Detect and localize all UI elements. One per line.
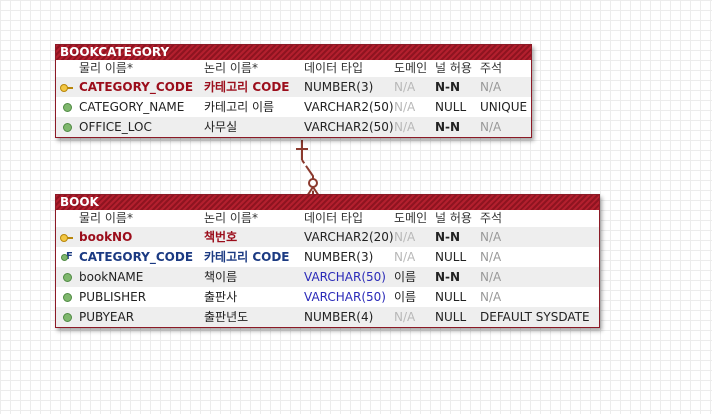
domain: N/A: [394, 120, 416, 134]
physical-name: CATEGORY_NAME: [79, 100, 185, 114]
nullable: NULL: [435, 100, 467, 114]
physical-name: CATEGORY_CODE: [79, 80, 194, 94]
header-note: 주석: [480, 211, 503, 225]
domain: 이름: [394, 290, 417, 304]
physical-name: PUBLISHER: [79, 290, 147, 304]
header-physical-name: 물리 이름*: [79, 211, 133, 225]
note: UNIQUE: [480, 100, 528, 114]
physical-name: bookNAME: [79, 270, 144, 284]
note: N/A: [480, 120, 502, 134]
header-logical-name: 논리 이름*: [204, 211, 258, 225]
note: N/A: [480, 270, 502, 284]
header-nullable: 널 허용: [435, 211, 472, 225]
logical-name: 카테고리 CODE: [204, 80, 290, 94]
header-logical-name: 논리 이름*: [204, 61, 258, 75]
datatype: VARCHAR2(50): [304, 120, 394, 134]
header-datatype: 데이터 타입: [304, 61, 364, 75]
column-header: 물리 이름* 논리 이름* 데이터 타입 도메인 널 허용 주석: [56, 60, 531, 77]
domain: 이름: [394, 270, 417, 284]
physical-name: CATEGORY_CODE: [79, 250, 194, 264]
domain: N/A: [394, 100, 416, 114]
note: DEFAULT SYSDATE: [480, 310, 590, 324]
datatype: NUMBER(3): [304, 80, 374, 94]
attribute-row[interactable]: OFFICE_LOC 사무실 VARCHAR2(50) N/A N-N N/A: [56, 117, 531, 137]
entity-bookcategory[interactable]: BOOKCATEGORY 물리 이름* 논리 이름* 데이터 타입 도메인 널 …: [55, 44, 532, 138]
domain: N/A: [394, 310, 416, 324]
note: N/A: [480, 290, 502, 304]
physical-name: bookNO: [79, 230, 133, 244]
nullable: N-N: [435, 270, 461, 284]
datatype: VARCHAR(50): [304, 270, 386, 284]
header-domain: 도메인: [394, 61, 428, 75]
nullable: NULL: [435, 250, 467, 264]
entity-book[interactable]: BOOK 물리 이름* 논리 이름* 데이터 타입 도메인 널 허용 주석 bo…: [55, 194, 600, 328]
attribute-row[interactable]: F CATEGORY_CODE 카테고리 CODE NUMBER(3) N/A …: [56, 247, 599, 267]
attribute-icon: [60, 267, 76, 287]
attribute-icon: [60, 307, 76, 327]
header-note: 주석: [480, 61, 503, 75]
column-header: 물리 이름* 논리 이름* 데이터 타입 도메인 널 허용 주석: [56, 210, 599, 227]
datatype: VARCHAR2(50): [304, 100, 394, 114]
note: N/A: [480, 250, 502, 264]
domain: N/A: [394, 250, 416, 264]
nullable: NULL: [435, 290, 467, 304]
logical-name: 사무실: [204, 120, 238, 134]
nullable: N-N: [435, 120, 461, 134]
attribute-icon: [60, 287, 76, 307]
nullable: N-N: [435, 80, 461, 94]
header-domain: 도메인: [394, 211, 428, 225]
primary-key-icon: [60, 227, 76, 247]
datatype: NUMBER(3): [304, 250, 374, 264]
attribute-icon: [60, 97, 76, 117]
note: N/A: [480, 80, 502, 94]
primary-key-icon: [60, 77, 76, 97]
attribute-row[interactable]: PUBYEAR 출판년도 NUMBER(4) N/A NULL DEFAULT …: [56, 307, 599, 327]
domain: N/A: [394, 230, 416, 244]
physical-name: PUBYEAR: [79, 310, 135, 324]
attribute-row[interactable]: CATEGORY_NAME 카테고리 이름 VARCHAR2(50) N/A N…: [56, 97, 531, 117]
entity-title: BOOK: [56, 195, 599, 210]
datatype: VARCHAR2(20): [304, 230, 394, 244]
attribute-row[interactable]: PUBLISHER 출판사 VARCHAR(50) 이름 NULL N/A: [56, 287, 599, 307]
attribute-row[interactable]: bookNAME 책이름 VARCHAR(50) 이름 N-N N/A: [56, 267, 599, 287]
header-nullable: 널 허용: [435, 61, 472, 75]
header-datatype: 데이터 타입: [304, 211, 364, 225]
logical-name: 카테고리 이름: [204, 100, 275, 114]
logical-name: 책번호: [204, 230, 238, 244]
header-physical-name: 물리 이름*: [79, 61, 133, 75]
datatype: VARCHAR(50): [304, 290, 386, 304]
logical-name: 출판년도: [204, 310, 249, 324]
datatype: NUMBER(4): [304, 310, 374, 324]
note: N/A: [480, 230, 502, 244]
nullable: N-N: [435, 230, 461, 244]
attribute-row[interactable]: bookNO 책번호 VARCHAR2(20) N/A N-N N/A: [56, 227, 599, 247]
entity-title: BOOKCATEGORY: [56, 45, 531, 60]
optional-marker: [308, 178, 318, 188]
attribute-row[interactable]: CATEGORY_CODE 카테고리 CODE NUMBER(3) N/A N-…: [56, 77, 531, 97]
logical-name: 출판사: [204, 290, 238, 304]
nullable: NULL: [435, 310, 467, 324]
attribute-icon: [60, 117, 76, 137]
logical-name: 책이름: [204, 270, 238, 284]
logical-name: 카테고리 CODE: [204, 250, 290, 264]
physical-name: OFFICE_LOC: [79, 120, 152, 134]
domain: N/A: [394, 80, 416, 94]
